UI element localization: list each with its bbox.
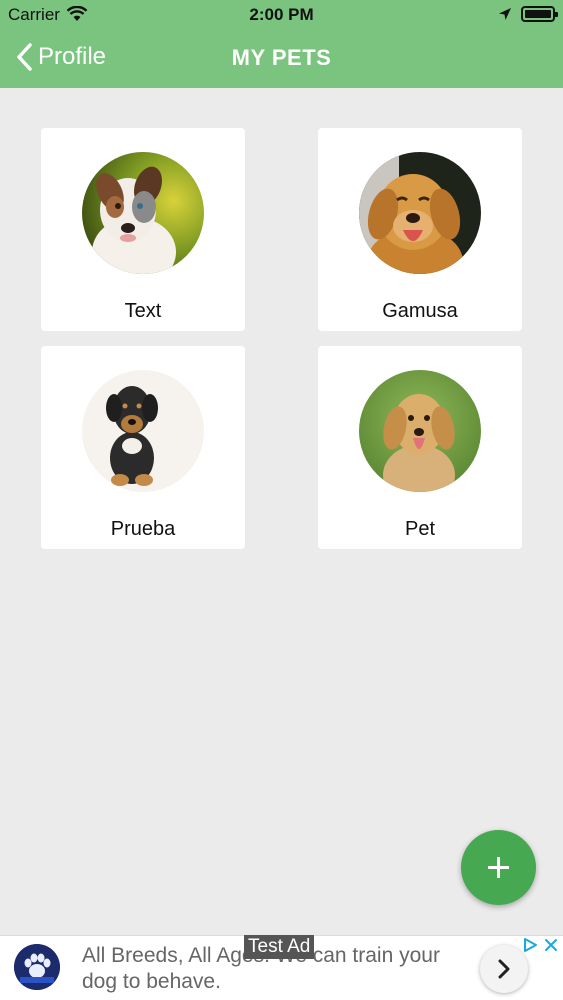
pet-card[interactable]: Prueba [41,346,245,549]
ad-open-button[interactable] [480,945,528,993]
chevron-right-icon [498,959,510,979]
dog-photo-icon [359,370,481,492]
test-ad-badge: Test Ad [244,935,315,959]
add-pet-button[interactable] [461,830,536,905]
pet-card[interactable]: Text [41,128,245,331]
status-bar: Carrier 2:00 PM [0,0,563,30]
location-arrow-icon [499,8,511,20]
dog-photo-icon [82,152,204,274]
ad-choices-icon[interactable] [522,937,538,953]
plus-icon [488,857,509,878]
pet-photo [359,370,481,492]
pet-card[interactable]: Pet [318,346,522,549]
pet-photo [82,152,204,274]
paw-logo-icon [14,944,60,990]
dog-photo-icon [82,370,204,492]
pet-photo [359,152,481,274]
page-title: MY PETS [231,45,332,70]
pet-card[interactable]: Gamusa [318,128,522,331]
dog-photo-icon [359,152,481,274]
battery-icon [521,6,558,22]
pet-photo [82,370,204,492]
pet-name: Gamusa [382,300,458,322]
pet-name: Pet [404,518,436,540]
navigation-bar: Profile MY PETS [0,30,563,88]
status-time: 2:00 PM [249,5,314,24]
pet-name: Text [124,300,162,322]
close-icon[interactable] [543,937,559,953]
pet-name: Prueba [110,518,176,540]
ad-logo [14,944,60,990]
